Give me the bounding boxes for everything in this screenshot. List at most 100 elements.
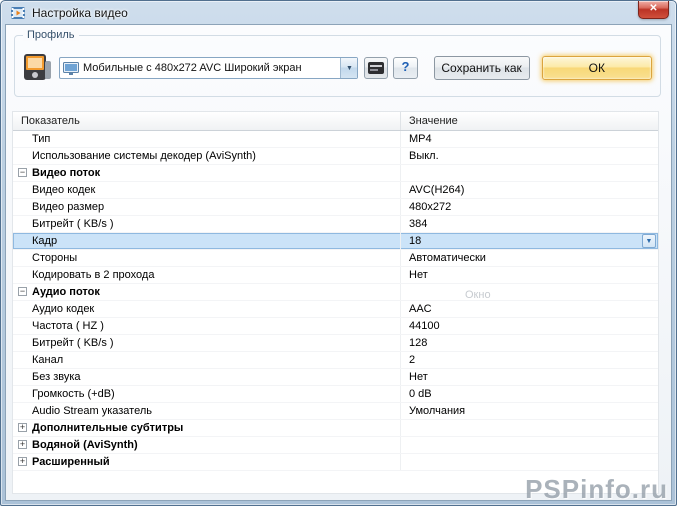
table-row[interactable]: Частота ( HZ ) 44100 xyxy=(13,318,658,335)
row-value-cell: AAC xyxy=(401,301,658,317)
table-row[interactable]: Битрейт ( KB/s ) 384 xyxy=(13,216,658,233)
row-name-cell: Канал xyxy=(13,352,401,368)
table-row[interactable]: Без звука Нет xyxy=(13,369,658,386)
close-button[interactable]: ✕ xyxy=(638,1,669,19)
table-row[interactable]: Громкость (+dB) 0 dB xyxy=(13,386,658,403)
row-value-cell: Умолчания xyxy=(401,403,658,419)
table-row[interactable]: Битрейт ( KB/s ) 128 xyxy=(13,335,658,352)
row-value-cell: 2 xyxy=(401,352,658,368)
table-row[interactable]: Стороны Автоматически xyxy=(13,250,658,267)
row-value-cell: MP4 xyxy=(401,131,658,147)
table-row[interactable]: Кодировать в 2 прохода Нет xyxy=(13,267,658,284)
table-row[interactable]: Audio Stream указатель Умолчания xyxy=(13,403,658,420)
row-label: Битрейт ( KB/s ) xyxy=(32,218,114,230)
row-label: Кодировать в 2 прохода xyxy=(32,269,155,281)
row-value-cell xyxy=(401,454,658,470)
expand-toggle-icon[interactable]: + xyxy=(18,457,27,466)
row-name-cell: Использование системы декодер (AviSynth) xyxy=(13,148,401,164)
expand-toggle-icon[interactable]: + xyxy=(18,423,27,432)
row-name-cell: + Водяной (AviSynth) xyxy=(13,437,401,453)
save-as-button[interactable]: Сохранить как xyxy=(433,56,530,80)
row-name-cell: Audio Stream указатель xyxy=(13,403,401,419)
row-value: Выкл. xyxy=(409,150,439,162)
row-name-cell: Битрейт ( KB/s ) xyxy=(13,216,401,232)
collapse-toggle-icon[interactable]: − xyxy=(18,168,27,177)
row-name-cell: + Расширенный xyxy=(13,454,401,470)
row-value: Нет xyxy=(409,371,428,383)
table-row[interactable]: Видео кодек AVC(H264) xyxy=(13,182,658,199)
chevron-down-icon[interactable]: ▼ xyxy=(340,58,358,78)
settings-table: Показатель Значение Тип MP4 Использование … xyxy=(12,111,659,494)
row-label: Кадр xyxy=(32,235,58,247)
row-value-cell: 0 dB xyxy=(401,386,658,402)
row-label: Стороны xyxy=(32,252,78,264)
row-name-cell: Без звука xyxy=(13,369,401,385)
row-label: Громкость (+dB) xyxy=(32,388,115,400)
ghost-window-text: Окно xyxy=(465,289,491,301)
row-value-cell xyxy=(401,284,658,300)
row-value-cell: 44100 xyxy=(401,318,658,334)
table-row[interactable]: Аудио кодек AAC xyxy=(13,301,658,318)
row-value-cell: 18 ▼ xyxy=(401,233,658,249)
row-value: 2 xyxy=(409,354,416,366)
dialog-client-area: Профиль Мобильные с 480x272 AVC Широкий xyxy=(5,24,672,501)
row-value: 480x272 xyxy=(409,201,452,213)
table-row[interactable]: Использование системы декодер (AviSynth)… xyxy=(13,148,658,165)
row-value: 128 xyxy=(409,337,428,349)
app-icon xyxy=(11,6,25,19)
row-value-cell: Выкл. xyxy=(401,148,658,164)
row-value-cell xyxy=(401,420,658,436)
value-dropdown-arrow[interactable]: ▼ xyxy=(642,234,656,248)
row-label: Audio Stream указатель xyxy=(32,405,152,417)
table-row[interactable]: Кадр 18 ▼ xyxy=(13,233,658,250)
row-name-cell: Тип xyxy=(13,131,401,147)
row-label: Без звука xyxy=(32,371,81,383)
group-row[interactable]: + Дополнительные субтитры xyxy=(13,420,658,437)
window-title: Настройка видео xyxy=(32,5,128,20)
column-header-value[interactable]: Значение xyxy=(401,112,658,130)
row-name-cell: + Дополнительные субтитры xyxy=(13,420,401,436)
table-row[interactable]: Канал 2 xyxy=(13,352,658,369)
group-row[interactable]: + Расширенный xyxy=(13,454,658,471)
row-name-cell: Стороны xyxy=(13,250,401,266)
row-value-cell: 480x272 xyxy=(401,199,658,215)
expand-toggle-icon[interactable]: + xyxy=(18,440,27,449)
row-value: MP4 xyxy=(409,133,432,145)
table-row[interactable]: Тип MP4 xyxy=(13,131,658,148)
row-label: Видео поток xyxy=(32,167,101,179)
row-label: Аудио поток xyxy=(32,286,100,298)
table-row[interactable]: Видео размер 480x272 xyxy=(13,199,658,216)
row-label: Битрейт ( KB/s ) xyxy=(32,337,114,349)
avi-format-icon xyxy=(368,62,385,74)
group-row[interactable]: + Водяной (AviSynth) xyxy=(13,437,658,454)
row-value-cell: 384 xyxy=(401,216,658,232)
row-name-cell: Громкость (+dB) xyxy=(13,386,401,402)
format-info-button[interactable] xyxy=(364,57,389,79)
row-value-cell: Автоматически xyxy=(401,250,658,266)
ok-button[interactable]: ОК xyxy=(541,56,652,80)
column-header-parameter[interactable]: Показатель xyxy=(13,112,401,130)
profile-groupbox: Профиль Мобильные с 480x272 AVC Широкий xyxy=(14,29,661,97)
row-name-cell: Видео кодек xyxy=(13,182,401,198)
row-label: Аудио кодек xyxy=(32,303,95,315)
profile-combobox-value: Мобильные с 480x272 AVC Широкий экран xyxy=(83,62,302,74)
row-name-cell: − Видео поток xyxy=(13,165,401,181)
row-label: Использование системы декодер (AviSynth) xyxy=(32,150,256,162)
row-value: 384 xyxy=(409,218,428,230)
group-row[interactable]: − Видео поток xyxy=(13,165,658,182)
titlebar: Настройка видео ✕ xyxy=(1,1,676,24)
profile-combobox[interactable]: Мобильные с 480x272 AVC Широкий экран ▼ xyxy=(59,57,359,79)
row-label: Частота ( HZ ) xyxy=(32,320,104,332)
profile-group-label: Профиль xyxy=(23,29,79,41)
row-value-cell: Нет xyxy=(401,369,658,385)
row-name-cell: Аудио кодек xyxy=(13,301,401,317)
profile-device-icon xyxy=(24,54,51,80)
row-label: Водяной (AviSynth) xyxy=(32,439,138,451)
help-button[interactable]: ? xyxy=(393,57,418,79)
row-name-cell: Битрейт ( KB/s ) xyxy=(13,335,401,351)
row-value-cell: AVC(H264) xyxy=(401,182,658,198)
group-row[interactable]: − Аудио поток xyxy=(13,284,658,301)
row-value-cell xyxy=(401,437,658,453)
table-body: Тип MP4 Использование системы декодер (Avi… xyxy=(13,131,658,471)
collapse-toggle-icon[interactable]: − xyxy=(18,287,27,296)
